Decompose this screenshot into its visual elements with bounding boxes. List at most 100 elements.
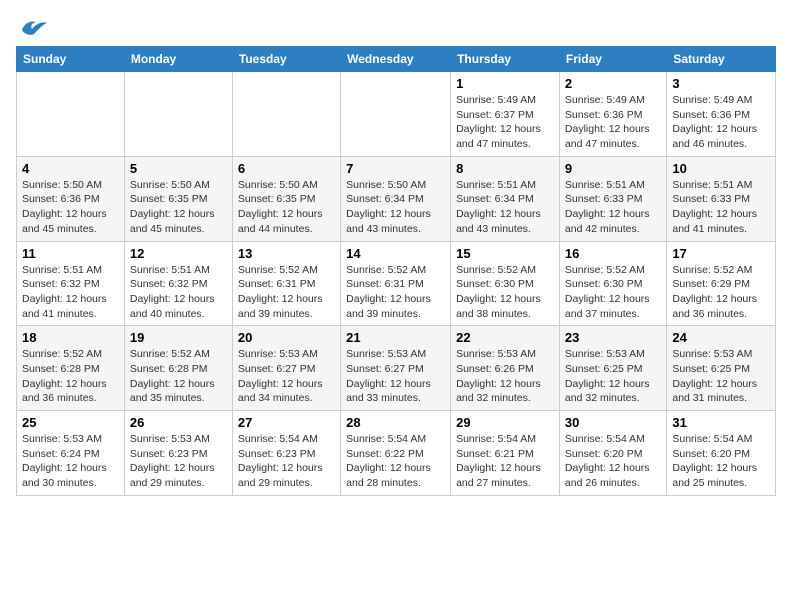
- day-info: Sunrise: 5:49 AM Sunset: 6:36 PM Dayligh…: [565, 93, 661, 152]
- day-number: 4: [22, 161, 119, 176]
- day-info: Sunrise: 5:52 AM Sunset: 6:28 PM Dayligh…: [22, 347, 119, 406]
- day-number: 8: [456, 161, 554, 176]
- calendar-cell: 3 Sunrise: 5:49 AM Sunset: 6:36 PM Daylig…: [667, 72, 776, 157]
- day-number: 20: [238, 330, 335, 345]
- day-number: 23: [565, 330, 661, 345]
- calendar-cell: [341, 72, 451, 157]
- day-info: Sunrise: 5:54 AM Sunset: 6:20 PM Dayligh…: [672, 432, 770, 491]
- day-info: Sunrise: 5:53 AM Sunset: 6:23 PM Dayligh…: [130, 432, 227, 491]
- day-of-week-sunday: Sunday: [17, 47, 125, 72]
- calendar-week-5: 25 Sunrise: 5:53 AM Sunset: 6:24 PM Dayli…: [17, 411, 776, 496]
- day-info: Sunrise: 5:54 AM Sunset: 6:20 PM Dayligh…: [565, 432, 661, 491]
- day-number: 11: [22, 246, 119, 261]
- day-info: Sunrise: 5:53 AM Sunset: 6:27 PM Dayligh…: [346, 347, 445, 406]
- calendar-cell: 23 Sunrise: 5:53 AM Sunset: 6:25 PM Dayli…: [559, 326, 666, 411]
- calendar-cell: 4 Sunrise: 5:50 AM Sunset: 6:36 PM Daylig…: [17, 156, 125, 241]
- header-row: SundayMondayTuesdayWednesdayThursdayFrid…: [17, 47, 776, 72]
- day-info: Sunrise: 5:51 AM Sunset: 6:32 PM Dayligh…: [130, 263, 227, 322]
- calendar-cell: 18 Sunrise: 5:52 AM Sunset: 6:28 PM Dayli…: [17, 326, 125, 411]
- calendar-cell: 2 Sunrise: 5:49 AM Sunset: 6:36 PM Daylig…: [559, 72, 666, 157]
- day-number: 31: [672, 415, 770, 430]
- calendar-cell: 21 Sunrise: 5:53 AM Sunset: 6:27 PM Dayli…: [341, 326, 451, 411]
- day-info: Sunrise: 5:52 AM Sunset: 6:28 PM Dayligh…: [130, 347, 227, 406]
- calendar-cell: 17 Sunrise: 5:52 AM Sunset: 6:29 PM Dayli…: [667, 241, 776, 326]
- day-info: Sunrise: 5:53 AM Sunset: 6:27 PM Dayligh…: [238, 347, 335, 406]
- day-number: 15: [456, 246, 554, 261]
- calendar-cell: 31 Sunrise: 5:54 AM Sunset: 6:20 PM Dayli…: [667, 411, 776, 496]
- calendar-cell: 16 Sunrise: 5:52 AM Sunset: 6:30 PM Dayli…: [559, 241, 666, 326]
- calendar-cell: 15 Sunrise: 5:52 AM Sunset: 6:30 PM Dayli…: [451, 241, 560, 326]
- calendar-cell: 12 Sunrise: 5:51 AM Sunset: 6:32 PM Dayli…: [124, 241, 232, 326]
- calendar-cell: [232, 72, 340, 157]
- day-of-week-monday: Monday: [124, 47, 232, 72]
- day-info: Sunrise: 5:52 AM Sunset: 6:30 PM Dayligh…: [456, 263, 554, 322]
- day-number: 6: [238, 161, 335, 176]
- day-number: 12: [130, 246, 227, 261]
- calendar-cell: 10Sunrise: 5:51 AM Sunset: 6:33 PM Dayli…: [667, 156, 776, 241]
- calendar-cell: [17, 72, 125, 157]
- calendar-cell: 26 Sunrise: 5:53 AM Sunset: 6:23 PM Dayli…: [124, 411, 232, 496]
- day-of-week-wednesday: Wednesday: [341, 47, 451, 72]
- calendar-cell: 14 Sunrise: 5:52 AM Sunset: 6:31 PM Dayli…: [341, 241, 451, 326]
- day-of-week-tuesday: Tuesday: [232, 47, 340, 72]
- day-number: 27: [238, 415, 335, 430]
- calendar-cell: 22Sunrise: 5:53 AM Sunset: 6:26 PM Dayli…: [451, 326, 560, 411]
- logo: [16, 16, 48, 36]
- calendar-table: SundayMondayTuesdayWednesdayThursdayFrid…: [16, 46, 776, 496]
- day-info: Sunrise: 5:52 AM Sunset: 6:30 PM Dayligh…: [565, 263, 661, 322]
- day-number: 13: [238, 246, 335, 261]
- day-info: Sunrise: 5:53 AM Sunset: 6:25 PM Dayligh…: [565, 347, 661, 406]
- day-number: 1: [456, 76, 554, 91]
- day-number: 18: [22, 330, 119, 345]
- calendar-cell: 8 Sunrise: 5:51 AM Sunset: 6:34 PM Daylig…: [451, 156, 560, 241]
- calendar-cell: 1Sunrise: 5:49 AM Sunset: 6:37 PM Daylig…: [451, 72, 560, 157]
- day-info: Sunrise: 5:49 AM Sunset: 6:36 PM Dayligh…: [672, 93, 770, 152]
- calendar-week-3: 11 Sunrise: 5:51 AM Sunset: 6:32 PM Dayli…: [17, 241, 776, 326]
- day-info: Sunrise: 5:50 AM Sunset: 6:36 PM Dayligh…: [22, 178, 119, 237]
- day-number: 9: [565, 161, 661, 176]
- day-number: 7: [346, 161, 445, 176]
- calendar-header: SundayMondayTuesdayWednesdayThursdayFrid…: [17, 47, 776, 72]
- day-info: Sunrise: 5:52 AM Sunset: 6:29 PM Dayligh…: [672, 263, 770, 322]
- calendar-cell: 25 Sunrise: 5:53 AM Sunset: 6:24 PM Dayli…: [17, 411, 125, 496]
- day-info: Sunrise: 5:54 AM Sunset: 6:22 PM Dayligh…: [346, 432, 445, 491]
- calendar-cell: 9Sunrise: 5:51 AM Sunset: 6:33 PM Daylig…: [559, 156, 666, 241]
- day-info: Sunrise: 5:50 AM Sunset: 6:34 PM Dayligh…: [346, 178, 445, 237]
- day-number: 19: [130, 330, 227, 345]
- day-number: 26: [130, 415, 227, 430]
- calendar-cell: 27 Sunrise: 5:54 AM Sunset: 6:23 PM Dayli…: [232, 411, 340, 496]
- day-number: 17: [672, 246, 770, 261]
- logo-bird-icon: [20, 16, 48, 36]
- day-info: Sunrise: 5:50 AM Sunset: 6:35 PM Dayligh…: [238, 178, 335, 237]
- day-number: 10: [672, 161, 770, 176]
- day-number: 25: [22, 415, 119, 430]
- calendar-week-4: 18 Sunrise: 5:52 AM Sunset: 6:28 PM Dayli…: [17, 326, 776, 411]
- calendar-body: 1Sunrise: 5:49 AM Sunset: 6:37 PM Daylig…: [17, 72, 776, 496]
- calendar-cell: 11Sunrise: 5:51 AM Sunset: 6:32 PM Dayli…: [17, 241, 125, 326]
- day-info: Sunrise: 5:51 AM Sunset: 6:34 PM Dayligh…: [456, 178, 554, 237]
- day-number: 22: [456, 330, 554, 345]
- day-number: 28: [346, 415, 445, 430]
- day-info: Sunrise: 5:52 AM Sunset: 6:31 PM Dayligh…: [238, 263, 335, 322]
- day-number: 14: [346, 246, 445, 261]
- calendar-cell: [124, 72, 232, 157]
- calendar-cell: 28 Sunrise: 5:54 AM Sunset: 6:22 PM Dayli…: [341, 411, 451, 496]
- day-of-week-friday: Friday: [559, 47, 666, 72]
- calendar-cell: 5Sunrise: 5:50 AM Sunset: 6:35 PM Daylig…: [124, 156, 232, 241]
- day-info: Sunrise: 5:52 AM Sunset: 6:31 PM Dayligh…: [346, 263, 445, 322]
- day-number: 16: [565, 246, 661, 261]
- calendar-cell: 19 Sunrise: 5:52 AM Sunset: 6:28 PM Dayli…: [124, 326, 232, 411]
- day-info: Sunrise: 5:54 AM Sunset: 6:23 PM Dayligh…: [238, 432, 335, 491]
- day-info: Sunrise: 5:53 AM Sunset: 6:24 PM Dayligh…: [22, 432, 119, 491]
- day-number: 29: [456, 415, 554, 430]
- day-number: 3: [672, 76, 770, 91]
- day-number: 21: [346, 330, 445, 345]
- day-of-week-thursday: Thursday: [451, 47, 560, 72]
- day-number: 30: [565, 415, 661, 430]
- day-number: 2: [565, 76, 661, 91]
- day-info: Sunrise: 5:50 AM Sunset: 6:35 PM Dayligh…: [130, 178, 227, 237]
- calendar-cell: 29 Sunrise: 5:54 AM Sunset: 6:21 PM Dayli…: [451, 411, 560, 496]
- page-header: [16, 16, 776, 36]
- day-of-week-saturday: Saturday: [667, 47, 776, 72]
- day-info: Sunrise: 5:54 AM Sunset: 6:21 PM Dayligh…: [456, 432, 554, 491]
